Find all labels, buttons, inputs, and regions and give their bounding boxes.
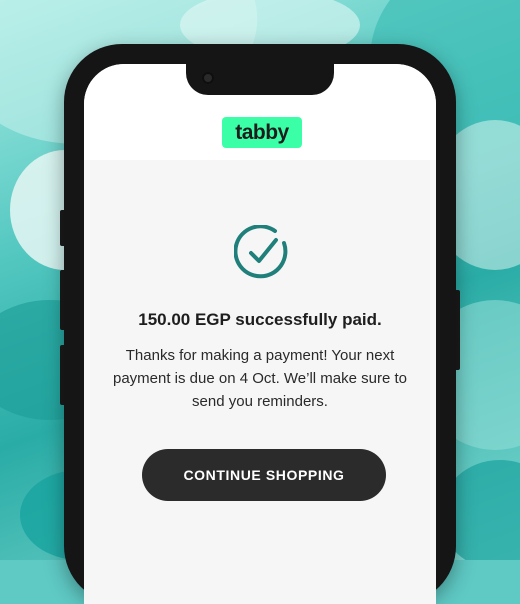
phone-screen: tabby 150.00 EGP successfully paid. Than… <box>84 64 436 604</box>
phone-frame: tabby 150.00 EGP successfully paid. Than… <box>64 44 456 604</box>
camera-icon <box>202 72 214 84</box>
continue-shopping-button[interactable]: CONTINUE SHOPPING <box>142 449 386 501</box>
payment-success-title: 150.00 EGP successfully paid. <box>138 310 382 329</box>
payment-success-message: Thanks for making a payment! Your next p… <box>112 347 408 410</box>
tabby-logo: tabby <box>222 117 302 148</box>
phone-notch <box>186 64 334 95</box>
check-circle-icon <box>234 225 288 279</box>
